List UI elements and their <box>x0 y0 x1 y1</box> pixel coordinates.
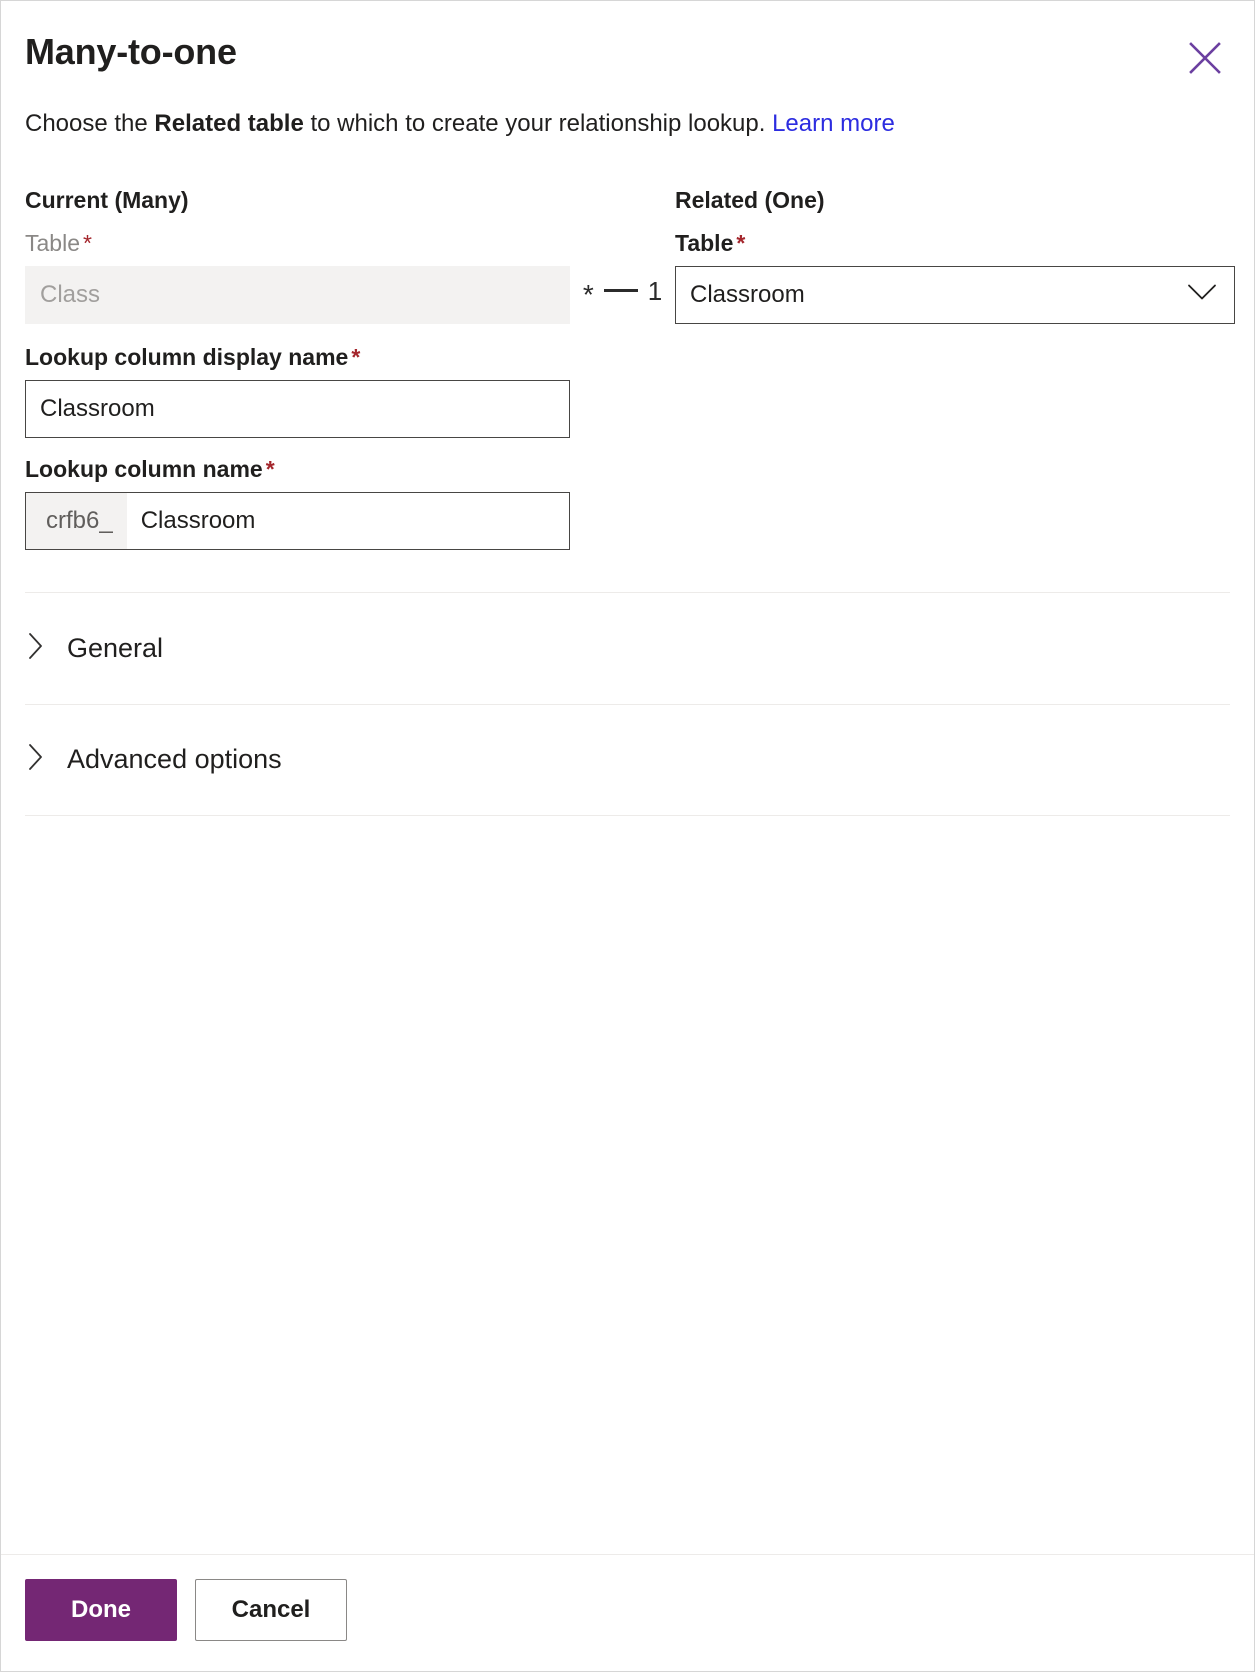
lookup-display-name-required: * <box>351 343 361 370</box>
many-to-one-dialog: Many-to-one Choose the Related table to … <box>0 0 1255 1672</box>
current-table-label-text: Table <box>25 229 80 256</box>
cardinality-indicator: * 1 <box>570 262 675 320</box>
lookup-name-input[interactable] <box>126 492 569 549</box>
current-table-required: * <box>82 229 92 256</box>
done-button[interactable]: Done <box>25 1579 177 1641</box>
subtitle-strong: Related table <box>154 110 304 138</box>
lookup-name-label-text: Lookup column name <box>25 455 263 482</box>
lookup-name-input-group: crfb6_ <box>25 491 570 550</box>
accordion-list: General Advanced options <box>25 591 1230 816</box>
accordion-general[interactable]: General <box>25 591 1230 704</box>
lookup-display-name-input[interactable] <box>25 379 570 438</box>
dialog-footer: Done Cancel <box>1 1554 1254 1671</box>
current-table-input <box>25 265 570 324</box>
cardinality-many: * <box>582 278 594 310</box>
learn-more-link[interactable]: Learn more <box>772 110 895 137</box>
related-table-label: Table * <box>675 230 1235 257</box>
lookup-name-field: Lookup column name * crfb6_ <box>25 456 570 550</box>
dialog-body: Current (Many) Table* * 1 Related (One) … <box>1 141 1254 1554</box>
chevron-right-icon <box>27 631 45 666</box>
subtitle-text-before: Choose the <box>25 110 155 138</box>
cardinality-dash <box>603 289 638 293</box>
related-table-required: * <box>736 229 746 256</box>
dialog-header: Many-to-one <box>1 1 1254 74</box>
subtitle-text-after: to which to create your relationship loo… <box>303 110 773 138</box>
accordion-advanced-options[interactable]: Advanced options <box>25 703 1230 816</box>
related-table-label-text: Table <box>675 229 734 256</box>
accordion-advanced-options-label: Advanced options <box>67 744 282 775</box>
dialog-subtitle: Choose the Related table to which to cre… <box>1 72 1254 140</box>
accordion-general-label: General <box>67 632 164 663</box>
related-one-section: Related (One) Table * <box>675 187 1235 324</box>
lookup-display-name-label-text: Lookup column display name <box>25 343 349 370</box>
related-one-heading: Related (One) <box>675 186 825 213</box>
lookup-name-required: * <box>265 455 275 482</box>
current-table-label: Table * <box>25 230 570 257</box>
page-title: Many-to-one <box>25 31 237 72</box>
lookup-display-name-field: Lookup column display name * <box>25 344 570 438</box>
close-button[interactable] <box>1178 31 1232 85</box>
lookup-name-label: Lookup column name * <box>25 456 570 483</box>
related-table-input[interactable] <box>675 265 1235 324</box>
cardinality-one: 1 <box>647 275 663 306</box>
current-many-heading: Current (Many) <box>25 186 189 213</box>
chevron-right-icon <box>27 742 45 777</box>
relationship-columns: Current (Many) Table* * 1 Related (One) … <box>25 141 1235 324</box>
close-icon <box>1188 41 1222 75</box>
lookup-name-prefix: crfb6_ <box>26 492 127 549</box>
cancel-button[interactable]: Cancel <box>195 1579 347 1641</box>
related-table-select[interactable] <box>675 265 1235 324</box>
lookup-display-name-label: Lookup column display name * <box>25 344 570 371</box>
current-many-section: Current (Many) Table * <box>25 187 570 324</box>
